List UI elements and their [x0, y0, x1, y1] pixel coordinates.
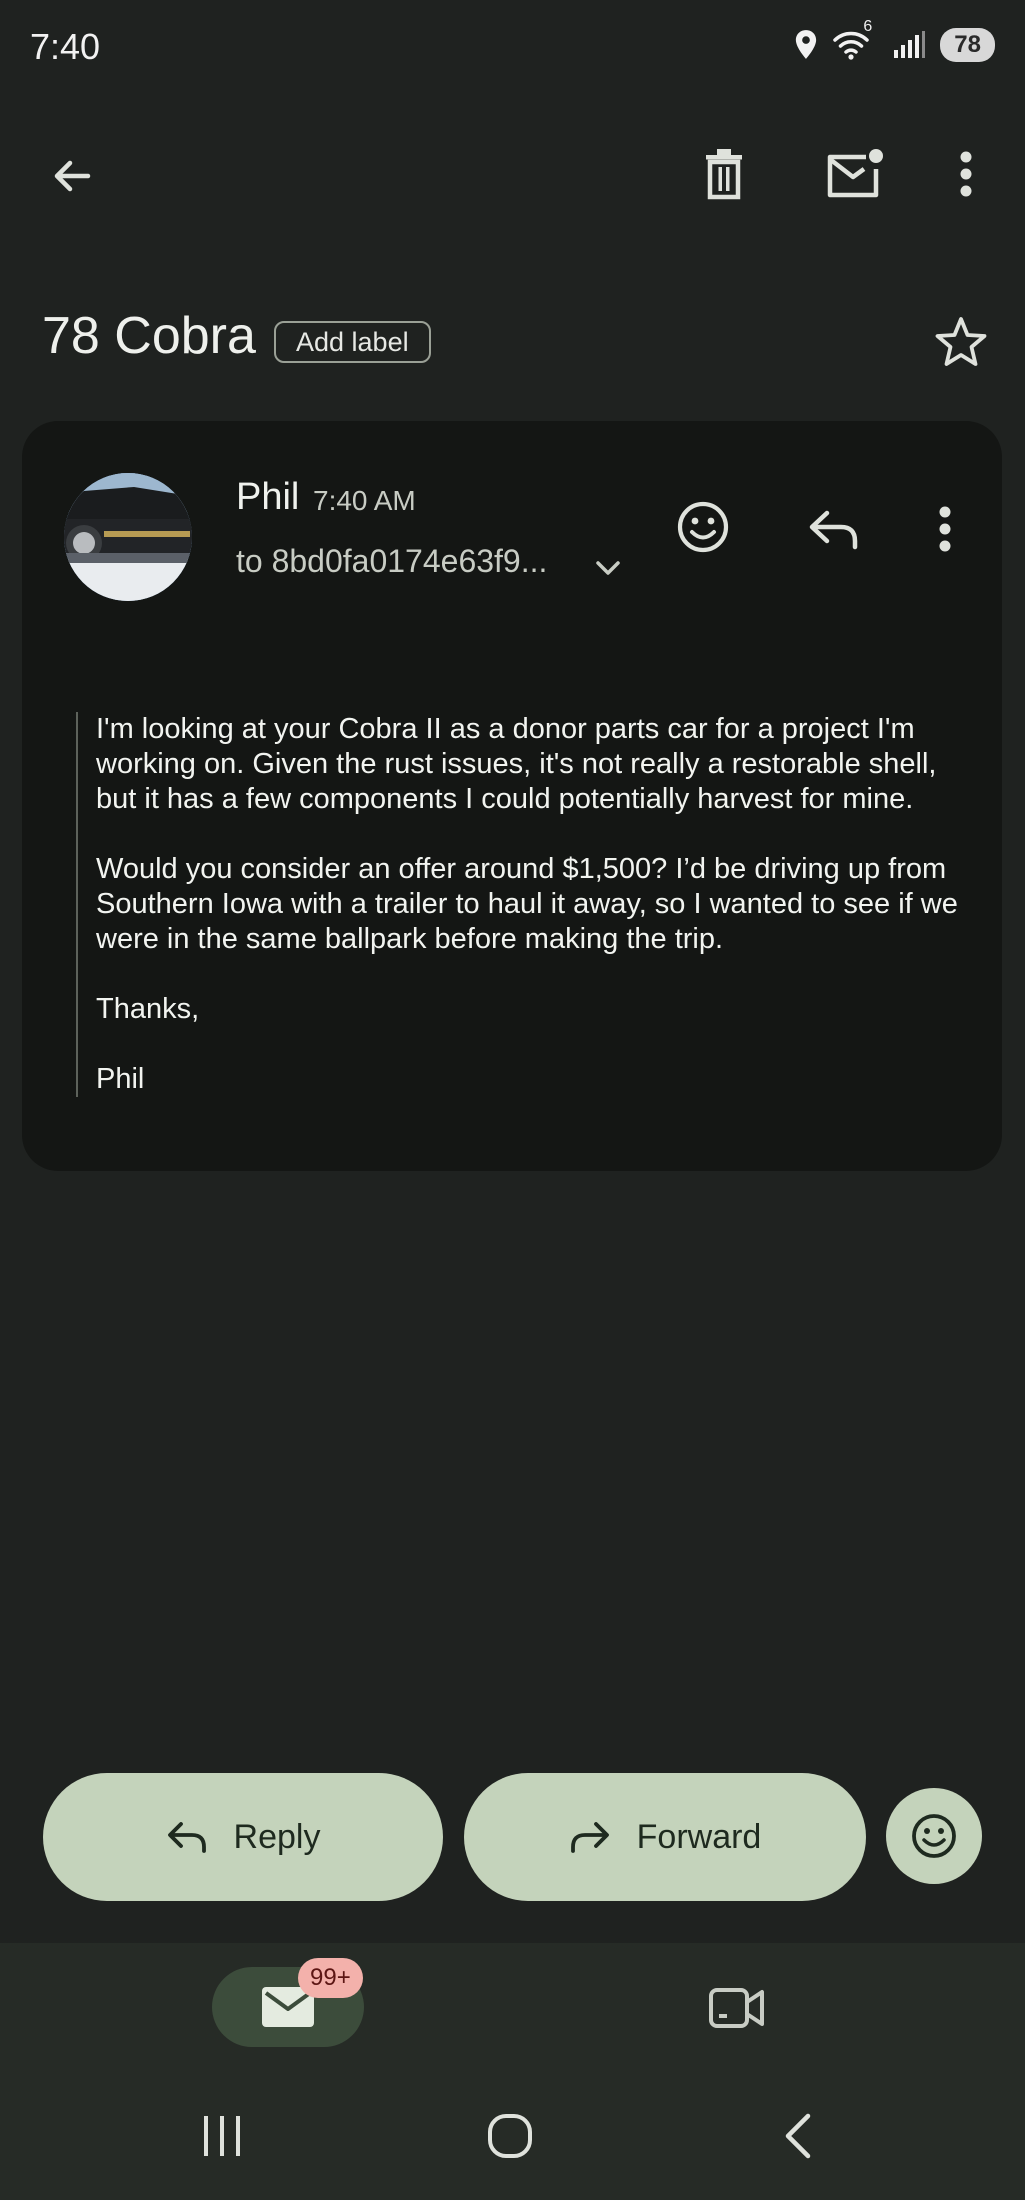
- message-time: 7:40 AM: [313, 485, 416, 516]
- reply-button[interactable]: Reply: [43, 1773, 443, 1901]
- recipient-line[interactable]: to 8bd0fa0174e63f9...: [236, 543, 547, 580]
- unread-count-badge: 99+: [298, 1958, 363, 1998]
- more-vert-icon: [939, 506, 951, 552]
- recipient-text: to 8bd0fa0174e63f9...: [236, 543, 548, 579]
- add-reaction-button[interactable]: [672, 496, 734, 558]
- reply-label: Reply: [233, 1817, 321, 1856]
- back-arrow-icon: [54, 160, 91, 192]
- message-more-button[interactable]: [928, 500, 962, 558]
- signal-icon: [894, 31, 926, 58]
- emoji-icon: [677, 501, 729, 553]
- body-paragraph: Phil: [96, 1063, 145, 1095]
- recent-apps-icon: [204, 2116, 240, 2156]
- mark-unread-icon: [827, 149, 883, 198]
- body-paragraph: I'm looking at your Cobra II as a donor …: [96, 713, 937, 815]
- status-time: 7:40: [30, 26, 101, 67]
- forward-icon: [570, 1822, 609, 1853]
- forward-button[interactable]: Forward: [464, 1773, 866, 1901]
- battery-indicator: 78: [940, 28, 995, 62]
- emoji-icon: [912, 1814, 956, 1858]
- reply-icon: [167, 1822, 206, 1853]
- more-vert-icon: [960, 151, 972, 197]
- nav-meet-tab[interactable]: [702, 1978, 772, 2038]
- delete-button[interactable]: [692, 142, 756, 206]
- email-subject: 78 Cobra: [42, 307, 256, 365]
- react-button[interactable]: [886, 1788, 982, 1884]
- body-paragraph: Would you consider an offer around $1,50…: [96, 853, 958, 955]
- expand-details-button[interactable]: [586, 550, 630, 586]
- reply-icon-button[interactable]: [802, 500, 866, 558]
- location-icon: [796, 30, 817, 59]
- back-button[interactable]: [40, 144, 104, 208]
- car-photo-image: [64, 473, 192, 601]
- body-paragraph: Thanks,: [96, 993, 200, 1025]
- chevron-down-icon: [596, 561, 620, 575]
- sender-avatar[interactable]: [64, 473, 192, 601]
- sender-name[interactable]: Phil: [236, 476, 299, 519]
- forward-label: Forward: [636, 1817, 762, 1856]
- home-button[interactable]: [482, 2108, 538, 2164]
- reply-icon: [809, 510, 858, 550]
- mark-unread-button[interactable]: [820, 142, 888, 206]
- recent-apps-button[interactable]: [196, 2112, 248, 2160]
- chevron-left-icon: [785, 2113, 811, 2159]
- star-icon: [935, 317, 987, 366]
- status-icons: 6 78: [793, 18, 995, 62]
- wifi-generation: 6: [863, 18, 873, 35]
- delete-icon: [706, 149, 742, 200]
- star-button[interactable]: [930, 312, 992, 372]
- more-options-button[interactable]: [944, 142, 988, 206]
- add-label-button[interactable]: Add label: [274, 321, 431, 363]
- home-icon: [488, 2114, 532, 2158]
- message-body: I'm looking at your Cobra II as a donor …: [76, 712, 976, 1097]
- video-camera-icon: [709, 1988, 764, 2028]
- system-back-button[interactable]: [772, 2108, 822, 2164]
